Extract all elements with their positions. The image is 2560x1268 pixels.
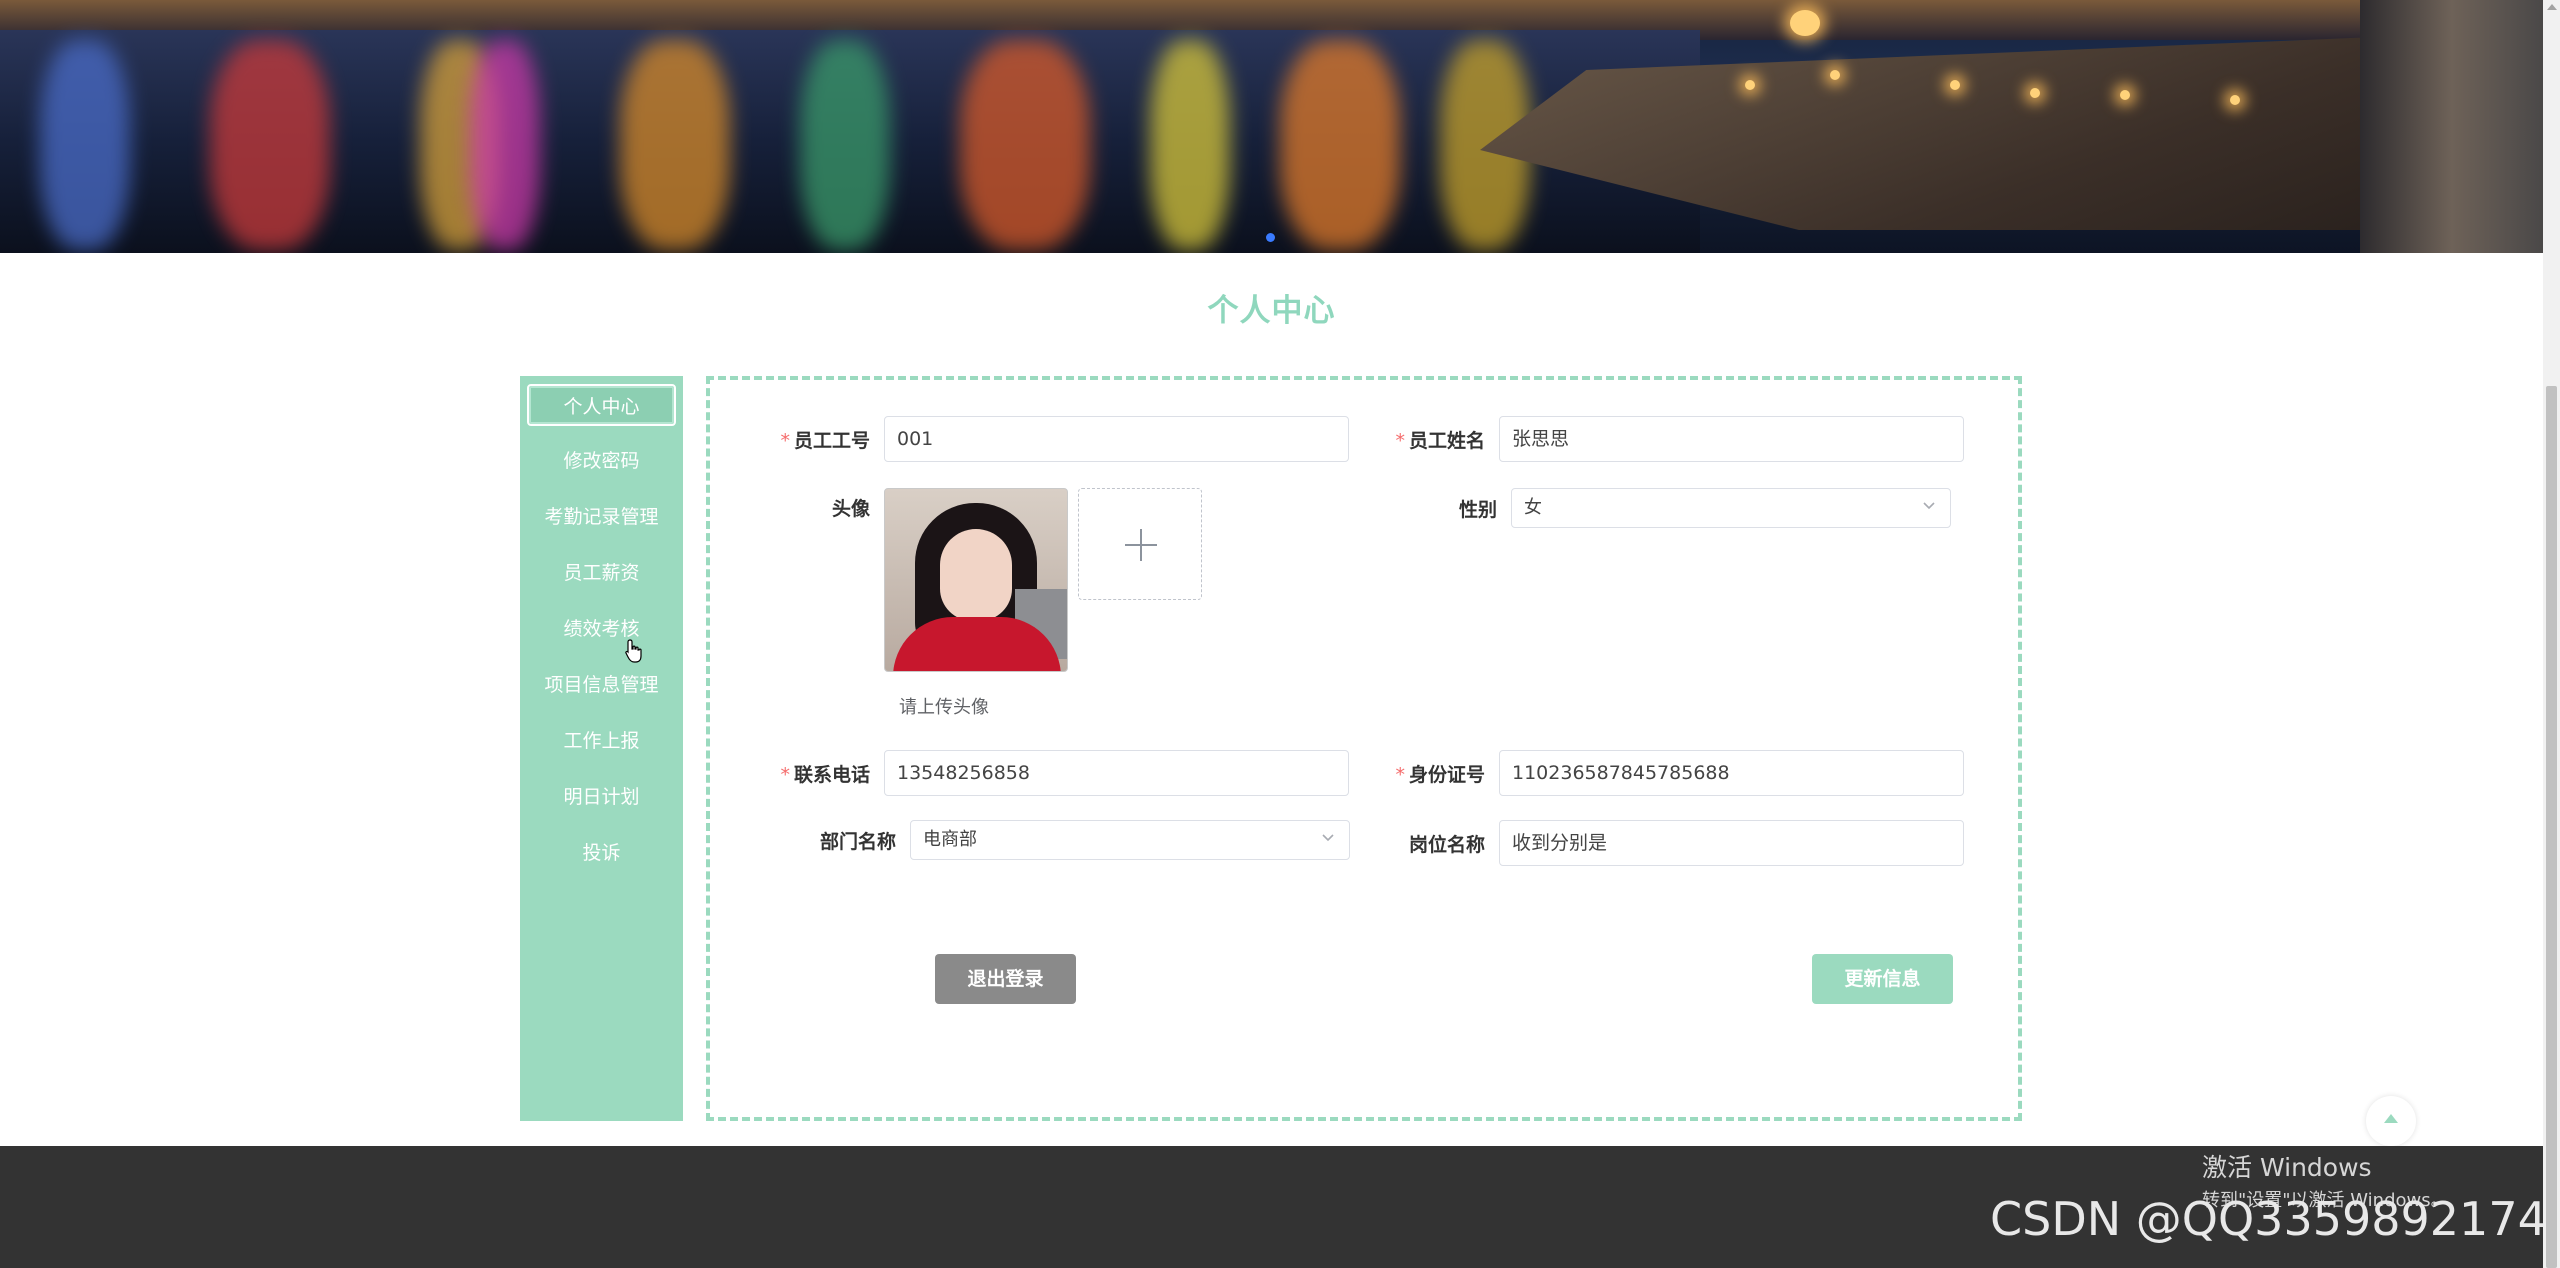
sidebar-item-work-report[interactable]: 工作上报 <box>527 720 676 762</box>
phone-input[interactable]: 13548256858 <box>884 750 1349 796</box>
page-title: 个人中心 <box>1207 293 1336 329</box>
form-row-phone: * 联系电话 13548256858 <box>774 750 1349 796</box>
department-select-value: 电商部 <box>923 829 977 850</box>
banner-light <box>2120 90 2130 100</box>
sidebar-item-complaint[interactable]: 投诉 <box>527 832 676 874</box>
sidebar: 个人中心 修改密码 考勤记录管理 员工薪资 绩效考核 项目信息管理 工作上报 明… <box>520 376 683 1121</box>
banner-light <box>1790 10 1820 36</box>
employee-id-label: * 员工工号 <box>774 426 884 453</box>
gender-select-value: 女 <box>1524 497 1542 518</box>
sidebar-item-attendance[interactable]: 考勤记录管理 <box>527 496 676 538</box>
avatar-upload-tip: 请上传头像 <box>899 697 989 718</box>
required-mark: * <box>1395 429 1405 452</box>
form-row-department: 部门名称 电商部 <box>774 820 1350 860</box>
id-card-label: * 身份证号 <box>1389 760 1499 787</box>
banner-reflection <box>960 40 1090 250</box>
sidebar-item-tomorrow-plan[interactable]: 明日计划 <box>527 776 676 818</box>
department-select[interactable]: 电商部 <box>910 820 1350 860</box>
csdn-watermark: CSDN @QQ3359892174 <box>1990 1192 2547 1246</box>
banner-deck <box>2360 0 2543 253</box>
employee-id-input[interactable]: 001 <box>884 416 1349 462</box>
banner-reflection <box>40 40 130 250</box>
sidebar-item-projects[interactable]: 项目信息管理 <box>527 664 676 706</box>
mouse-cursor-icon <box>625 639 642 663</box>
phone-label-text: 联系电话 <box>793 763 870 786</box>
banner-reflection <box>470 40 540 250</box>
scrollbar-thumb[interactable] <box>2546 386 2557 1268</box>
banner-reflection <box>1150 40 1230 250</box>
avatar-face <box>940 529 1012 621</box>
banner-light <box>1745 80 1755 90</box>
sidebar-item-personal-center[interactable]: 个人中心 <box>527 384 676 426</box>
form-row-position: 岗位名称 收到分别是 <box>1389 820 1964 866</box>
form-row-id-card: * 身份证号 110236587845785688 <box>1389 750 1964 796</box>
banner-reflection <box>620 40 730 250</box>
update-info-button[interactable]: 更新信息 <box>1812 954 1953 1004</box>
gender-select[interactable]: 女 <box>1511 488 1951 528</box>
back-to-top-button[interactable] <box>2366 1096 2416 1146</box>
phone-label: * 联系电话 <box>774 760 884 787</box>
scrollbar-up-arrow-icon[interactable] <box>2547 4 2557 10</box>
required-mark: * <box>1395 763 1405 786</box>
form-row-employee-id: * 员工工号 001 <box>774 416 1349 462</box>
banner-light <box>1830 70 1840 80</box>
chevron-down-icon <box>1322 834 1334 842</box>
employee-id-label-text: 员工工号 <box>793 429 870 452</box>
form-row-employee-name: * 员工姓名 张思思 <box>1389 416 1964 462</box>
avatar-upload-button[interactable] <box>1078 488 1202 600</box>
form-row-avatar: 头像 <box>774 488 1202 672</box>
banner-reflection <box>1280 40 1400 250</box>
banner-reflection <box>210 40 330 250</box>
position-input[interactable]: 收到分别是 <box>1499 820 1964 866</box>
carousel-indicator[interactable] <box>1266 233 1275 242</box>
plus-icon <box>1140 529 1142 561</box>
required-mark: * <box>780 763 790 786</box>
banner-light <box>2230 95 2240 105</box>
hero-banner <box>0 0 2543 253</box>
sidebar-item-change-password[interactable]: 修改密码 <box>527 440 676 482</box>
required-mark: * <box>780 429 790 452</box>
gender-label: 性别 <box>1458 498 1497 521</box>
windows-activation-title: 激活 Windows <box>2202 1153 2372 1182</box>
sidebar-item-performance[interactable]: 绩效考核 <box>527 608 676 650</box>
logout-button[interactable]: 退出登录 <box>935 954 1076 1004</box>
position-label: 岗位名称 <box>1408 833 1485 856</box>
banner-light <box>1950 80 1960 90</box>
form-row-gender: 性别 女 <box>1389 488 1951 528</box>
arrow-up-icon <box>2384 1114 2398 1123</box>
sidebar-item-salary[interactable]: 员工薪资 <box>527 552 676 594</box>
employee-name-label: * 员工姓名 <box>1389 426 1499 453</box>
id-card-input[interactable]: 110236587845785688 <box>1499 750 1964 796</box>
chevron-down-icon <box>1923 502 1935 510</box>
id-card-label-text: 身份证号 <box>1408 763 1485 786</box>
avatar-label: 头像 <box>831 498 870 520</box>
employee-name-input[interactable]: 张思思 <box>1499 416 1964 462</box>
avatar-image[interactable] <box>884 488 1068 672</box>
department-label: 部门名称 <box>819 830 896 853</box>
banner-light <box>2030 88 2040 98</box>
banner-reflection <box>800 40 890 250</box>
employee-name-label-text: 员工姓名 <box>1408 429 1485 452</box>
